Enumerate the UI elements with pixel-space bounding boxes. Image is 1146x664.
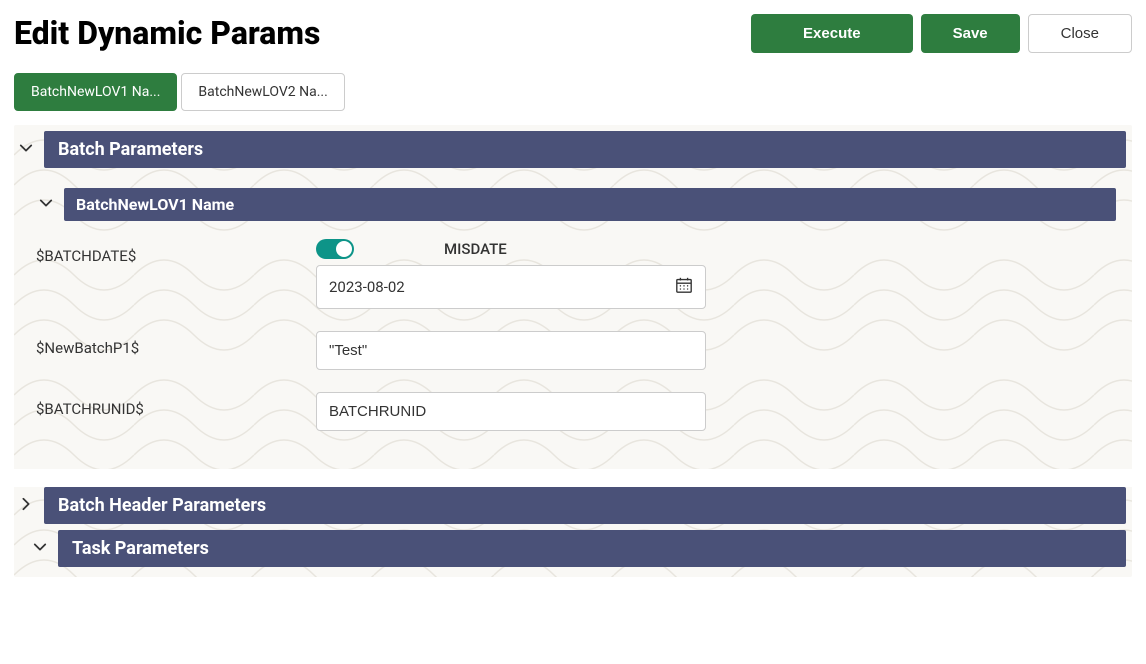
param-label: $BATCHDATE$ xyxy=(36,239,316,265)
section-title: Task Parameters xyxy=(58,530,1126,567)
section-title: Batch Header Parameters xyxy=(44,487,1126,524)
section-task-parameters: Task Parameters xyxy=(14,530,1132,567)
action-bar: Execute Save Close xyxy=(751,14,1132,53)
calendar-icon[interactable] xyxy=(675,276,693,298)
param-row-batchrunid: $BATCHRUNID$ xyxy=(34,392,1122,431)
save-button[interactable]: Save xyxy=(921,14,1020,53)
param-row-batchdate: $BATCHDATE$ MISDATE 2023-08-02 xyxy=(34,239,1122,309)
section-header-batch-header[interactable]: Batch Header Parameters xyxy=(14,487,1132,524)
page-title: Edit Dynamic Params xyxy=(14,14,320,52)
section-batch-parameters: Batch Parameters BatchNewLOV1 Name $BATC… xyxy=(14,131,1132,463)
tab-batchnewlov1[interactable]: BatchNewLOV1 Na... xyxy=(14,73,177,111)
chevron-down-icon xyxy=(34,196,58,214)
param-row-newbatchp1: $NewBatchP1$ xyxy=(34,331,1122,370)
batchdate-input[interactable]: 2023-08-02 xyxy=(316,265,706,309)
section-body-batch-parameters: BatchNewLOV1 Name $BATCHDATE$ MISDATE 20… xyxy=(14,168,1132,463)
param-label: $NewBatchP1$ xyxy=(36,331,316,357)
content-area: Batch Parameters BatchNewLOV1 Name $BATC… xyxy=(14,125,1132,577)
batchrunid-input[interactable] xyxy=(316,392,706,431)
misdate-toggle[interactable] xyxy=(316,239,354,259)
section-header-batch-parameters[interactable]: Batch Parameters xyxy=(14,131,1132,168)
close-button[interactable]: Close xyxy=(1028,14,1132,53)
toggle-label: MISDATE xyxy=(444,240,507,258)
execute-button[interactable]: Execute xyxy=(751,14,913,53)
subsection-header[interactable]: BatchNewLOV1 Name xyxy=(34,188,1122,221)
subsection-title: BatchNewLOV1 Name xyxy=(64,188,1116,221)
param-label: $BATCHRUNID$ xyxy=(36,392,316,418)
section-header-task[interactable]: Task Parameters xyxy=(14,530,1132,567)
section-title: Batch Parameters xyxy=(44,131,1126,168)
chevron-down-icon xyxy=(14,141,38,159)
chevron-down-icon xyxy=(28,540,52,558)
date-value: 2023-08-02 xyxy=(329,278,405,296)
tab-batchnewlov2[interactable]: BatchNewLOV2 Na... xyxy=(181,73,344,111)
tabs: BatchNewLOV1 Na... BatchNewLOV2 Na... xyxy=(14,73,1132,111)
newbatchp1-input[interactable] xyxy=(316,331,706,370)
subsection-batchnewlov1: BatchNewLOV1 Name $BATCHDATE$ MISDATE 20… xyxy=(34,188,1122,431)
section-batch-header-parameters: Batch Header Parameters xyxy=(14,487,1132,524)
chevron-right-icon xyxy=(14,497,38,515)
